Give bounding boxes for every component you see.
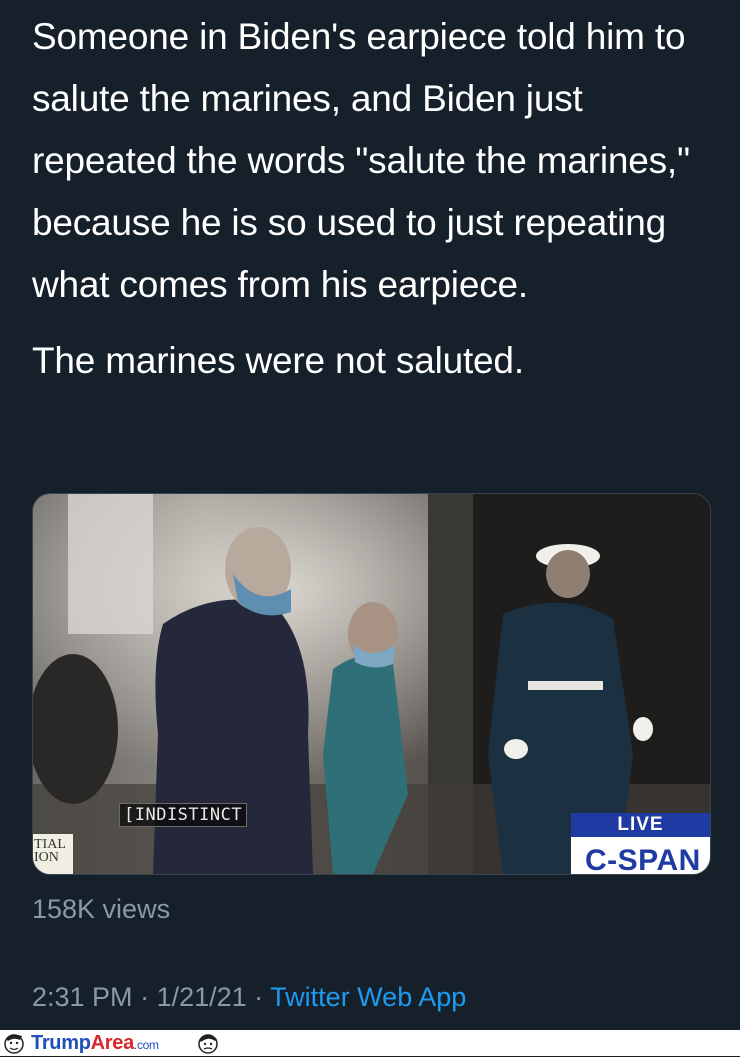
video-caption: [INDISTINCT xyxy=(119,803,248,827)
cartoon-face-icon xyxy=(4,1034,24,1054)
watermark-logo: TrumpArea.com xyxy=(31,1031,159,1057)
views-count: 158K views xyxy=(32,894,171,924)
cartoon-face-icon xyxy=(198,1034,218,1054)
watermark-bar: TrumpArea.com xyxy=(0,1030,740,1056)
live-badge: LIVE xyxy=(571,813,710,837)
tweet-paragraph: The marines were not saluted. xyxy=(32,340,524,381)
tweet-source-link[interactable]: Twitter Web App xyxy=(270,982,466,1012)
network-logo: C-SPAN xyxy=(571,837,710,874)
tweet-text: Someone in Biden's earpiece told him to … xyxy=(32,6,712,392)
tweet-metadata: 2:31 PM · 1/21/21 · Twitter Web App xyxy=(32,980,466,1014)
watermark-brand-part1: Trump xyxy=(31,1032,91,1054)
tweet-time: 2:31 PM xyxy=(32,982,133,1012)
watermark-brand-suffix: .com xyxy=(133,1038,159,1052)
video-side-text: TIAL ION xyxy=(33,834,73,874)
watermark-brand-part2: Area xyxy=(90,1032,135,1054)
meta-separator: · xyxy=(246,982,271,1012)
video-player[interactable]: [INDISTINCT TIAL ION LIVE C-SPAN xyxy=(32,493,711,875)
tweet-paragraph: Someone in Biden's earpiece told him to … xyxy=(32,16,690,305)
tweet-date[interactable]: 1/21/21 xyxy=(157,982,247,1012)
meta-separator: · xyxy=(132,982,157,1012)
